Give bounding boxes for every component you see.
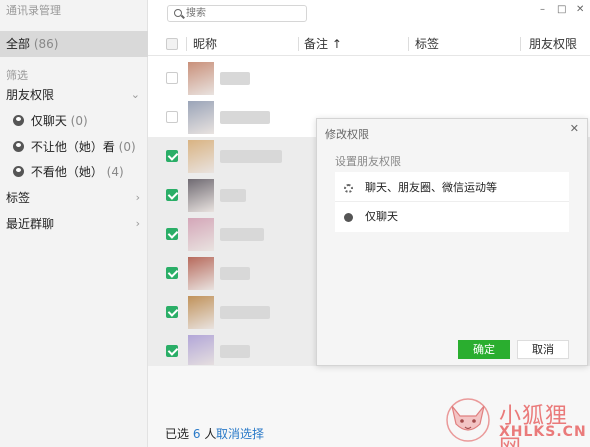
column-divider <box>186 37 187 51</box>
perm-label: 不看他（她） <box>30 165 103 179</box>
avatar <box>188 296 214 329</box>
row-checkbox[interactable] <box>166 72 178 84</box>
cancel-selection-link[interactable]: 取消选择 <box>216 425 264 442</box>
modify-permission-dialog: 修改权限 ✕ 设置朋友权限 聊天、朋友圈、微信运动等 仅聊天 确定 取消 <box>316 118 588 366</box>
search-box[interactable] <box>167 5 307 22</box>
confirm-button[interactable]: 确定 <box>458 340 510 359</box>
sidebar-item-dont-see[interactable]: 不看他（她） (4) <box>0 160 148 184</box>
perm-count: (0) <box>118 140 136 154</box>
perm-label: 不让他（她）看 <box>30 140 115 154</box>
row-checkbox[interactable] <box>166 228 178 240</box>
sidebar: 通讯录管理 全部 (86) 筛选 朋友权限 ⌄ 仅聊天 (0) 不让他（她）看 … <box>0 0 148 447</box>
blurred-nickname <box>220 267 250 280</box>
blurred-nickname <box>220 111 270 124</box>
dialog-title: 修改权限 <box>325 128 369 141</box>
blurred-nickname <box>220 306 270 319</box>
column-remark[interactable]: 备注 ↑ <box>304 32 342 56</box>
watermark-url: XHLKS.CN <box>499 424 587 440</box>
gear-icon <box>344 184 353 193</box>
row-checkbox[interactable] <box>166 189 178 201</box>
avatar <box>188 218 214 251</box>
divider <box>335 201 569 202</box>
row-checkbox[interactable] <box>166 345 178 357</box>
close-window-button[interactable]: ✕ <box>576 4 584 15</box>
recent-groups-label: 最近群聊 <box>6 217 55 231</box>
column-nickname[interactable]: 昵称 <box>193 32 217 56</box>
lock-person-icon <box>13 141 24 152</box>
selected-count: 6 <box>192 427 201 441</box>
column-divider <box>408 37 409 51</box>
row-checkbox[interactable] <box>166 150 178 162</box>
perm-count: (4) <box>106 165 124 179</box>
option-label: 聊天、朋友圈、微信运动等 <box>365 181 497 194</box>
perm-label: 仅聊天 <box>30 114 67 128</box>
app-title: 通讯录管理 <box>6 4 61 17</box>
blurred-nickname <box>220 189 246 202</box>
friend-permission-label: 朋友权限 <box>6 88 55 102</box>
column-divider <box>520 37 521 51</box>
column-divider <box>298 37 299 51</box>
sidebar-item-recent-groups[interactable]: 最近群聊 › <box>0 212 148 236</box>
chevron-right-icon: › <box>135 217 140 230</box>
avatar <box>188 62 214 95</box>
top-bar: – □ ✕ <box>148 0 590 28</box>
close-icon[interactable]: ✕ <box>570 122 579 135</box>
permission-options: 聊天、朋友圈、微信运动等 仅聊天 <box>335 172 569 232</box>
sidebar-item-tags[interactable]: 标签 › <box>0 186 148 210</box>
blurred-nickname <box>220 345 250 358</box>
blurred-nickname <box>220 150 282 163</box>
fox-logo-icon <box>446 398 490 442</box>
maximize-button[interactable]: □ <box>557 4 566 15</box>
avatar <box>188 140 214 173</box>
minimize-button[interactable]: – <box>540 4 545 15</box>
sidebar-item-hide-moments[interactable]: 不让他（她）看 (0) <box>0 135 148 159</box>
avatar <box>188 257 214 290</box>
perm-count: (0) <box>70 114 88 128</box>
row-checkbox[interactable] <box>166 111 178 123</box>
search-input[interactable] <box>186 6 304 21</box>
selected-suffix: 人 <box>204 427 217 441</box>
eye-off-person-icon <box>13 166 24 177</box>
chevron-right-icon: › <box>135 191 140 204</box>
select-all-checkbox[interactable] <box>166 38 178 50</box>
column-permission[interactable]: 朋友权限 <box>529 32 577 56</box>
search-icon <box>174 9 182 17</box>
column-tag[interactable]: 标签 <box>415 32 439 56</box>
row-checkbox[interactable] <box>166 306 178 318</box>
selected-count-text: 已选 6 人 <box>165 425 216 442</box>
sidebar-item-chat-only[interactable]: 仅聊天 (0) <box>0 109 148 133</box>
person-icon <box>344 213 353 222</box>
avatar <box>188 101 214 134</box>
option-chat-moments-werun[interactable]: 聊天、朋友圈、微信运动等 <box>335 174 569 202</box>
sidebar-item-friend-permission[interactable]: 朋友权限 ⌄ <box>0 83 148 107</box>
all-label: 全部 <box>6 37 31 51</box>
tags-label: 标签 <box>6 191 31 205</box>
avatar <box>188 335 214 368</box>
blurred-nickname <box>220 228 264 241</box>
table-header: 昵称 备注 ↑ 标签 朋友权限 <box>148 32 590 56</box>
selected-prefix: 已选 <box>165 427 190 441</box>
option-chat-only[interactable]: 仅聊天 <box>335 203 569 231</box>
table-row[interactable] <box>148 59 590 98</box>
dialog-subtitle: 设置朋友权限 <box>335 155 401 168</box>
option-label: 仅聊天 <box>365 210 398 223</box>
filter-label: 筛选 <box>6 69 28 82</box>
row-checkbox[interactable] <box>166 267 178 279</box>
person-icon <box>13 115 24 126</box>
blurred-nickname <box>220 72 250 85</box>
avatar <box>188 179 214 212</box>
sidebar-item-all[interactable]: 全部 (86) <box>0 31 148 57</box>
chevron-down-icon: ⌄ <box>130 88 140 101</box>
cancel-button[interactable]: 取消 <box>517 340 569 359</box>
all-count: (86) <box>33 37 59 51</box>
